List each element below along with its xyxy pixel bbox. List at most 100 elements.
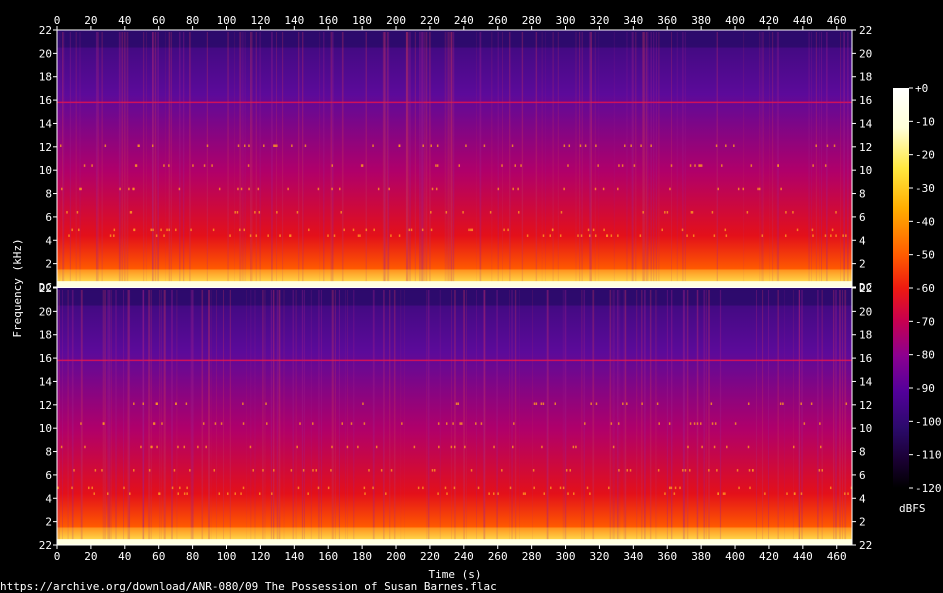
harmonic-dot	[815, 144, 817, 147]
harmonic-dot	[254, 211, 256, 214]
harmonic-dot	[133, 228, 135, 232]
y-tick-label-left: 6	[45, 469, 52, 482]
harmonic-dot	[175, 228, 177, 232]
x-tick-label-top: 60	[152, 14, 165, 27]
harmonic-dot	[357, 445, 359, 449]
y-tick-label-right: 8	[859, 188, 866, 201]
harmonic-dot	[714, 422, 717, 425]
harmonic-dot	[229, 234, 231, 237]
harmonic-dot	[422, 486, 424, 490]
x-tick-label-bottom: 460	[827, 550, 847, 563]
harmonic-dot	[101, 469, 103, 472]
harmonic-dot	[94, 469, 97, 472]
harmonic-dot	[543, 492, 546, 495]
harmonic-dot	[488, 492, 490, 495]
x-tick-label-bottom: 120	[250, 550, 270, 563]
harmonic-dot	[532, 469, 535, 472]
harmonic-dot	[413, 445, 416, 449]
harmonic-dot	[465, 144, 467, 147]
harmonic-dot	[435, 187, 438, 191]
colorbar-tick-label: -110	[915, 449, 942, 462]
harmonic-dot	[624, 144, 626, 147]
harmonic-dot	[273, 469, 275, 472]
y-tick-label-left: 12	[39, 141, 52, 154]
x-tick-label-top: 340	[623, 14, 643, 27]
harmonic-dot	[315, 469, 317, 472]
harmonic-dot	[475, 422, 477, 425]
harmonic-dot	[135, 164, 138, 167]
x-tick-label-bottom: 60	[152, 550, 165, 563]
harmonic-dot	[287, 187, 289, 191]
harmonic-dot	[507, 228, 509, 232]
x-tick-label-bottom: 300	[556, 550, 576, 563]
harmonic-dot	[618, 469, 620, 472]
harmonic-dot	[417, 486, 420, 490]
harmonic-dot	[445, 422, 448, 425]
x-tick-label-top: 0	[54, 14, 61, 27]
harmonic-dot	[390, 234, 392, 237]
harmonic-dot	[171, 486, 174, 490]
y-tick-label-left: 10	[39, 422, 52, 435]
harmonic-dot	[782, 402, 784, 405]
x-tick-label-bottom: 20	[84, 550, 97, 563]
harmonic-dot	[830, 234, 832, 237]
harmonic-dot	[483, 144, 486, 147]
harmonic-dot	[151, 144, 154, 147]
harmonic-dot	[385, 492, 387, 495]
y-tick-label-left: 4	[45, 234, 52, 247]
harmonic-dot	[626, 402, 628, 405]
harmonic-dot	[173, 469, 176, 472]
harmonic-dot	[155, 234, 158, 237]
x-tick-label-bottom: 360	[657, 550, 677, 563]
harmonic-dot	[470, 228, 472, 232]
harmonic-dot	[681, 228, 684, 232]
harmonic-dot	[639, 234, 642, 237]
harmonic-dot	[589, 492, 591, 495]
colorbar	[893, 88, 909, 488]
harmonic-dot	[717, 492, 719, 495]
harmonic-dot	[584, 144, 587, 147]
harmonic-dot	[650, 144, 652, 147]
harmonic-dot	[618, 164, 620, 167]
x-tick-label-bottom: 180	[352, 550, 372, 563]
y-tick-label-right: 8	[859, 446, 866, 459]
harmonic-dot	[243, 228, 246, 232]
harmonic-dot	[331, 445, 333, 449]
harmonic-dot	[166, 228, 168, 232]
harmonic-dot	[818, 469, 821, 472]
harmonic-dot	[80, 422, 82, 425]
harmonic-dot	[168, 164, 170, 167]
harmonic-dot	[113, 228, 116, 232]
harmonic-dot	[346, 445, 349, 449]
harmonic-dot	[641, 402, 643, 405]
y-tick-label-right: 12	[859, 399, 872, 412]
harmonic-dot	[150, 228, 153, 232]
y-tick-label-left: 8	[45, 446, 52, 459]
harmonic-dot	[792, 211, 794, 214]
harmonic-dot	[401, 422, 403, 425]
colorbar-tick-label: -120	[915, 482, 942, 495]
x-tick-label-top: 320	[589, 14, 609, 27]
harmonic-dot	[724, 228, 727, 232]
harmonic-dot	[331, 164, 334, 167]
x-tick-label-bottom: 260	[488, 550, 508, 563]
harmonic-dot	[307, 492, 309, 495]
harmonic-dot	[509, 486, 512, 490]
x-tick-label-top: 460	[827, 14, 847, 27]
x-tick-label-bottom: 400	[725, 550, 745, 563]
y-tick-label-right: 14	[859, 375, 873, 388]
x-tick-label-bottom: 440	[793, 550, 813, 563]
harmonic-dot	[524, 492, 526, 495]
harmonic-dot	[178, 187, 181, 191]
y-tick-label-right: 22	[859, 539, 872, 552]
harmonic-dot	[220, 422, 223, 425]
x-tick-label-top: 180	[352, 14, 372, 27]
harmonic-dot	[79, 187, 81, 191]
harmonic-dot	[362, 402, 364, 405]
harmonic-dot	[725, 234, 728, 237]
x-tick-label-top: 300	[556, 14, 576, 27]
harmonic-dot	[445, 211, 448, 214]
harmonic-dot	[669, 486, 671, 490]
harmonic-dot	[142, 402, 145, 405]
y-tick-label-right: 6	[859, 211, 866, 224]
